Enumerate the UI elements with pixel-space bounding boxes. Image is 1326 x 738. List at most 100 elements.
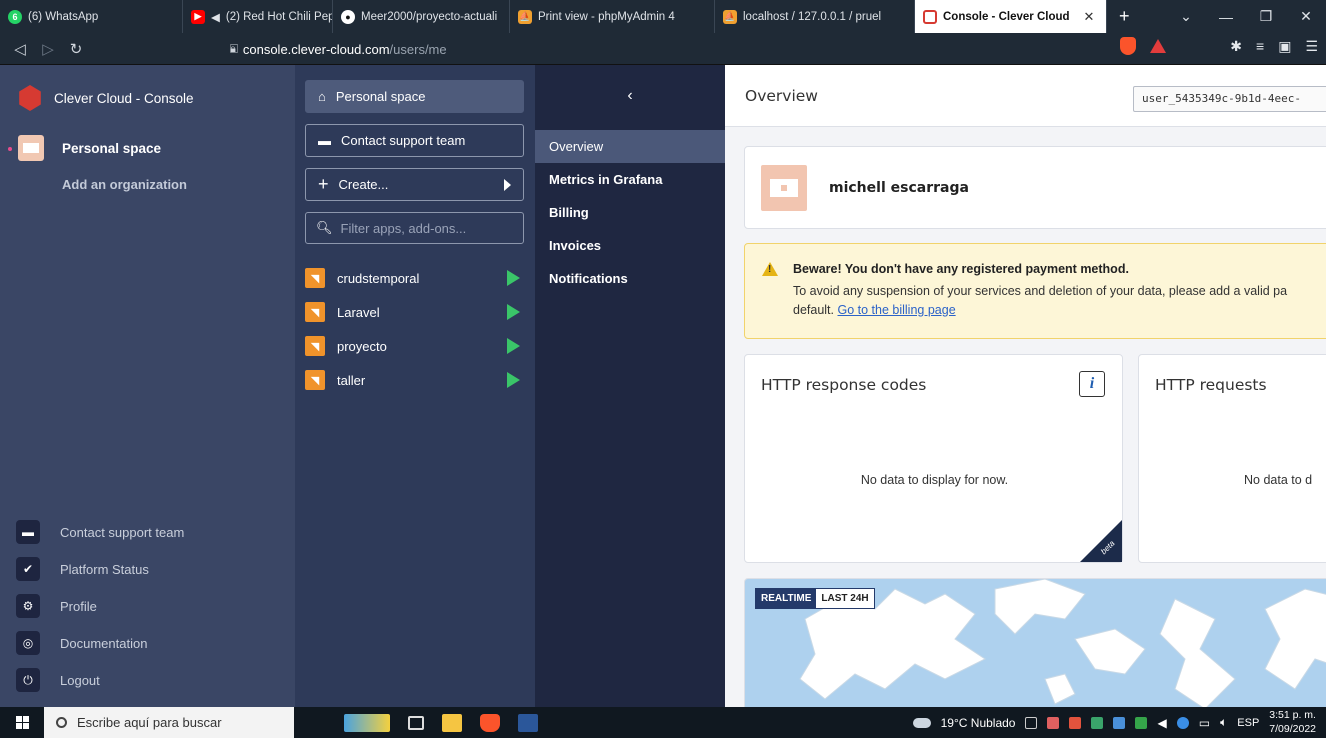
- app-item[interactable]: ◥ taller: [305, 363, 524, 397]
- tab-whatsapp[interactable]: 6 (6) WhatsApp: [0, 0, 183, 33]
- network-icon[interactable]: ▭: [1199, 716, 1210, 730]
- app-name: Laravel: [337, 304, 380, 320]
- close-window-icon[interactable]: ✕: [1286, 8, 1326, 25]
- windows-start-icon[interactable]: [0, 707, 44, 738]
- collapse-chevron-icon[interactable]: ‹: [535, 65, 725, 127]
- language-indicator[interactable]: ESP: [1237, 717, 1259, 729]
- tab-phpmyadmin-print[interactable]: ⛵ Print view - phpMyAdmin 4: [510, 0, 715, 33]
- info-icon[interactable]: i: [1079, 371, 1105, 397]
- tab-clever-cloud[interactable]: Console - Clever Cloud ✕: [915, 0, 1107, 33]
- check-circle-icon: ✔: [16, 557, 40, 581]
- taskbar-search-placeholder: Escribe aquí para buscar: [77, 715, 222, 730]
- taskbar-clock[interactable]: 3:51 p. m. 7/09/2022: [1269, 709, 1316, 735]
- subnav-item-invoices[interactable]: Invoices: [535, 229, 725, 262]
- subnav-item-billing[interactable]: Billing: [535, 196, 725, 229]
- tab-label: (6) WhatsApp: [28, 10, 99, 23]
- filter-apps-field[interactable]: 🔍︎: [305, 212, 524, 244]
- http-requests-card: HTTP requests No data to d: [1138, 354, 1326, 563]
- user-card: michell escarraga: [744, 146, 1326, 229]
- chevron-left-icon[interactable]: ◀: [1157, 716, 1166, 730]
- billing-page-link[interactable]: Go to the billing page: [838, 303, 956, 317]
- phpmyadmin-icon: ⛵: [723, 9, 737, 24]
- speaker-icon: ◀: [211, 11, 220, 24]
- url-field[interactable]: 🔒︎ console.clever-cloud.com/users/me: [230, 39, 447, 59]
- last-24h-toggle[interactable]: LAST 24H: [816, 589, 873, 608]
- user-id-field[interactable]: user_5435349c-9b1d-4eec-: [1133, 86, 1326, 112]
- app-item[interactable]: ◥ Laravel: [305, 295, 524, 329]
- add-organization-link[interactable]: Add an organization: [62, 177, 187, 192]
- sidebar-item-profile[interactable]: ⚙ Profile: [16, 594, 184, 618]
- personal-space-button[interactable]: ⌂ Personal space: [305, 80, 524, 113]
- forward-icon[interactable]: ▷: [34, 40, 62, 58]
- brand[interactable]: Clever Cloud - Console: [18, 85, 194, 111]
- sidebar-item-contact-support[interactable]: ▬ Contact support team: [16, 520, 184, 544]
- tray-app-icon[interactable]: [1135, 716, 1148, 729]
- url-domain: console.clever-cloud.com: [242, 41, 390, 57]
- tray-app-icon[interactable]: [1047, 716, 1060, 729]
- apps-panel: ⌂ Personal space ▬ Contact support team …: [295, 65, 535, 707]
- landmass: [1074, 628, 1146, 675]
- running-status-icon: [507, 270, 520, 286]
- file-explorer-icon[interactable]: [442, 713, 462, 732]
- taskbar-search[interactable]: Escribe aquí para buscar: [44, 707, 294, 738]
- realtime-toggle[interactable]: REALTIME: [756, 589, 817, 608]
- address-bar: ◁ ▷ ↻ ⎕ 🔒︎ console.clever-cloud.com/user…: [0, 33, 1326, 65]
- sidebar-item-platform-status[interactable]: ✔ Platform Status: [16, 557, 184, 581]
- tray-app-icon[interactable]: [1113, 716, 1126, 729]
- weather-text[interactable]: 19°C Nublado: [941, 716, 1016, 730]
- wallet-icon[interactable]: ▣: [1278, 38, 1291, 55]
- sidebar-item-documentation[interactable]: ◎ Documentation: [16, 631, 184, 655]
- chat-icon: ▬: [16, 520, 40, 544]
- reload-icon[interactable]: ↻: [62, 40, 90, 58]
- app-item[interactable]: ◥ crudstemporal: [305, 261, 524, 295]
- news-widget-icon[interactable]: [344, 713, 390, 732]
- subnav-item-metrics[interactable]: Metrics in Grafana: [535, 163, 725, 196]
- page-title: Overview: [745, 87, 818, 105]
- create-button[interactable]: + Create...: [305, 168, 524, 201]
- sidebar-item-label: Logout: [60, 672, 100, 688]
- tray-app-icon[interactable]: [1025, 716, 1038, 729]
- menu-icon[interactable]: ☰: [1305, 38, 1318, 55]
- tray-app-icon[interactable]: [1069, 716, 1082, 729]
- filter-apps-input[interactable]: [340, 220, 511, 236]
- landmass: [994, 579, 1086, 635]
- tray-app-icon[interactable]: [1091, 716, 1104, 729]
- sidebar-item-logout[interactable]: ⏻ Logout: [16, 668, 184, 692]
- contact-support-button[interactable]: ▬ Contact support team: [305, 124, 524, 157]
- tab-youtube[interactable]: ▶ ◀ (2) Red Hot Chili Pepper: [183, 0, 333, 33]
- tab-phpmyadmin-localhost[interactable]: ⛵ localhost / 127.0.0.1 / pruel: [715, 0, 915, 33]
- running-status-icon: [507, 338, 520, 354]
- brave-browser-icon[interactable]: [480, 713, 500, 732]
- http-response-codes-card: HTTP response codes i No data to display…: [744, 354, 1123, 563]
- running-status-icon: [507, 372, 520, 388]
- sidebar-item-personal-space[interactable]: Personal space: [18, 135, 161, 161]
- subnav-item-overview[interactable]: Overview: [535, 130, 725, 163]
- restore-icon[interactable]: ❐: [1246, 8, 1286, 25]
- button-label: Contact support team: [341, 133, 466, 148]
- warning-title: Beware! You don't have any registered pa…: [793, 262, 1129, 276]
- reading-list-icon[interactable]: ≡: [1256, 38, 1264, 54]
- tray-app-icon[interactable]: [1176, 716, 1189, 729]
- minimize-icon[interactable]: —: [1206, 9, 1246, 25]
- tab-label: Print view - phpMyAdmin 4: [538, 10, 675, 23]
- beta-label: beta: [1099, 538, 1117, 557]
- sidebar-bottom-links: ▬ Contact support team ✔ Platform Status…: [16, 520, 184, 692]
- new-tab-button[interactable]: +: [1107, 0, 1142, 33]
- tab-github[interactable]: ● Meer2000/proyecto-actuali: [333, 0, 510, 33]
- extensions-icon[interactable]: ✱: [1230, 38, 1242, 55]
- subnav-item-notifications[interactable]: Notifications: [535, 262, 725, 295]
- requests-map[interactable]: REALTIME LAST 24H: [744, 578, 1326, 707]
- app-item[interactable]: ◥ proyecto: [305, 329, 524, 363]
- brave-shield-icon[interactable]: [1120, 37, 1137, 55]
- url-path: /users/me: [389, 41, 447, 57]
- task-view-icon[interactable]: [408, 715, 424, 730]
- back-icon[interactable]: ◁: [6, 40, 34, 58]
- tab-label: Meer2000/proyecto-actuali: [361, 10, 498, 23]
- tab-search-icon[interactable]: ⌄: [1166, 8, 1206, 25]
- word-icon[interactable]: [518, 713, 538, 732]
- close-tab-icon[interactable]: ✕: [1084, 9, 1095, 25]
- no-data-message: No data to d: [1244, 473, 1313, 487]
- volume-icon[interactable]: 🔈︎: [1220, 715, 1227, 730]
- plus-icon: +: [318, 174, 329, 194]
- brave-rewards-icon[interactable]: [1150, 39, 1167, 53]
